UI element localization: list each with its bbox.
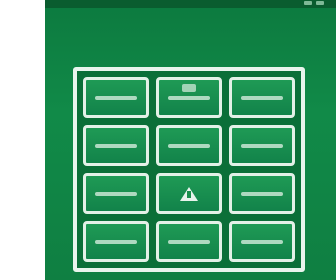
label-bar-icon	[95, 191, 137, 196]
label-bar-icon	[241, 95, 283, 100]
grid-tile-3[interactable]	[229, 77, 295, 118]
grid-tile-6[interactable]	[229, 125, 295, 166]
grid-tile-9[interactable]	[229, 173, 295, 214]
label-bar-icon	[95, 239, 137, 244]
screen	[0, 0, 336, 280]
label-bar-icon	[95, 143, 137, 148]
grid-tile-2[interactable]	[156, 77, 222, 118]
status-bar	[45, 0, 336, 8]
label-bar-icon	[95, 95, 137, 100]
grid-tile-7[interactable]	[83, 173, 149, 214]
status-icons	[304, 1, 324, 5]
grid-tile-4[interactable]	[83, 125, 149, 166]
signal-icon	[304, 1, 312, 5]
label-bar-icon	[168, 239, 210, 244]
battery-icon	[316, 1, 324, 5]
grid-tile-10[interactable]	[83, 221, 149, 262]
grid-tile-5[interactable]	[156, 125, 222, 166]
tile-grid	[83, 77, 295, 262]
grid-tile-1[interactable]	[83, 77, 149, 118]
label-bar-icon	[241, 191, 283, 196]
grid-tile-11[interactable]	[156, 221, 222, 262]
warning-icon	[180, 186, 198, 201]
grid-tile-8[interactable]	[156, 173, 222, 214]
label-bar-icon	[168, 143, 210, 148]
label-bar-icon	[168, 95, 210, 100]
tile-glyph-icon	[182, 84, 196, 92]
label-bar-icon	[241, 143, 283, 148]
app-panel	[45, 0, 336, 280]
tile-grid-frame	[73, 67, 305, 272]
grid-tile-12[interactable]	[229, 221, 295, 262]
label-bar-icon	[241, 239, 283, 244]
